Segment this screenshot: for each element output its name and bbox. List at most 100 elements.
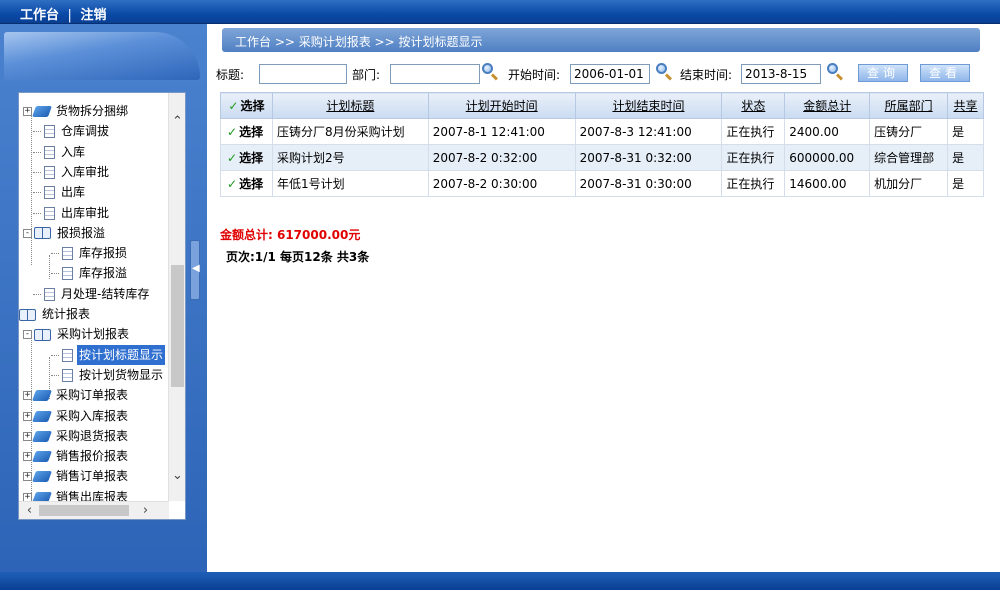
expand-icon[interactable]: + [23, 492, 32, 501]
col-start-time[interactable]: 计划开始时间 [427, 92, 576, 119]
check-icon: ✓ [227, 177, 238, 191]
tree-item[interactable]: 月处理-结转库存 [33, 284, 151, 304]
panel-collapse-handle[interactable]: ◀ [190, 240, 200, 300]
tree-horizontal-scrollbar[interactable]: ‹ › [19, 501, 169, 519]
row-select-link[interactable]: ✓ 选择 [220, 170, 273, 197]
tree-item[interactable]: + 销售出库报表 [23, 487, 130, 501]
left-panel-footer [10, 534, 200, 564]
expand-icon[interactable]: + [23, 431, 32, 441]
start-time-input[interactable] [570, 64, 650, 84]
tree-item-label: 采购订单报表 [56, 388, 129, 403]
col-select: ✓ 选择 [220, 92, 273, 119]
row-select-link[interactable]: ✓ 选择 [220, 144, 273, 171]
tree-item[interactable]: 入库 [33, 142, 87, 162]
tree-item[interactable]: 统计报表 [19, 304, 92, 324]
tree-branch-line [33, 192, 41, 194]
expand-icon[interactable]: + [23, 107, 32, 116]
cell-total-amount: 600000.00 [784, 144, 871, 171]
row-select-link[interactable]: ✓ 选择 [220, 118, 273, 145]
doc-icon [62, 368, 73, 382]
amount-total: 金额总计: 617000.00元 [220, 228, 361, 242]
tree-item[interactable]: + 销售订单报表 [23, 466, 130, 486]
tree-item[interactable]: 按计划标题显示 [51, 344, 166, 365]
scroll-right-icon[interactable]: › [137, 502, 154, 519]
scroll-thumb[interactable] [171, 265, 184, 387]
end-date-picker-icon[interactable] [826, 62, 844, 81]
logout-link[interactable]: 注销 [80, 8, 106, 23]
doc-icon [44, 145, 55, 159]
tree-item-label: 按计划标题显示 [77, 344, 166, 365]
tree-item-label: 月处理-结转库存 [61, 286, 150, 301]
tree-item[interactable]: 库存报损 [51, 243, 129, 263]
tree-item[interactable]: + 货物拆分捆绑 [23, 101, 130, 121]
tree-branch-line [51, 354, 59, 356]
h-scroll-thumb[interactable] [39, 505, 129, 516]
dept-input[interactable] [390, 64, 480, 84]
left-panel-header [4, 32, 200, 80]
tree-item[interactable]: 出库 [33, 182, 87, 202]
top-bar: 工作台 | 注销 [0, 0, 1000, 24]
tree-item[interactable]: 出库审批 [33, 203, 111, 223]
book-icon [31, 451, 53, 463]
doc-icon [44, 186, 55, 200]
workbench-link[interactable]: 工作台 [20, 8, 59, 23]
scroll-up-icon[interactable]: ⌃ [169, 113, 186, 130]
col-status[interactable]: 状态 [721, 92, 786, 119]
tree-item-label: 销售订单报表 [56, 469, 129, 484]
col-department[interactable]: 所属部门 [869, 92, 949, 119]
cell-department: 机加分厂 [869, 170, 949, 197]
tree-vertical-scrollbar[interactable]: ⌃ ⌄ [168, 93, 185, 501]
dept-search-icon[interactable] [481, 62, 499, 81]
scroll-down-icon[interactable]: ⌄ [169, 467, 186, 484]
tree-item-label: 入库审批 [61, 164, 110, 179]
view-button[interactable]: 查看 [920, 64, 970, 82]
tree-item-label: 销售报价报表 [56, 449, 129, 464]
book-icon [31, 491, 53, 501]
tree-item-label: 出库 [61, 185, 86, 200]
expand-icon[interactable]: + [23, 472, 32, 482]
expand-icon[interactable]: + [23, 411, 32, 421]
tree-item-label: 采购退货报表 [56, 428, 129, 443]
book-icon [31, 390, 53, 402]
expand-icon[interactable]: + [23, 391, 32, 401]
book-icon [31, 106, 53, 117]
tree-item[interactable]: + 采购退货报表 [23, 426, 130, 446]
col-total-amount[interactable]: 金额总计 [784, 92, 871, 119]
check-icon: ✓ [227, 125, 238, 139]
cell-shared: 是 [947, 118, 984, 145]
end-time-input[interactable] [741, 64, 821, 84]
tree-item[interactable]: 仓库调拔 [33, 121, 111, 141]
open-book-icon [34, 227, 51, 240]
doc-icon [44, 287, 55, 301]
tree-item[interactable]: 库存报溢 [51, 263, 129, 283]
tree-item[interactable]: + 采购订单报表 [23, 385, 130, 405]
expand-icon[interactable]: + [23, 452, 32, 462]
end-time-label: 结束时间: [680, 68, 733, 82]
collapse-icon[interactable]: - [23, 228, 32, 238]
search-form: 标题: 部门: 开始时间: 结束时间: 查询 查看 [214, 62, 994, 86]
tree-item[interactable]: + 采购入库报表 [23, 406, 130, 426]
check-icon: ✓ [227, 151, 238, 165]
collapse-icon[interactable]: - [23, 330, 32, 340]
tree-item[interactable]: 入库审批 [33, 162, 111, 182]
cell-start-time: 2007-8-2 0:30:00 [427, 170, 576, 197]
tree-branch-line [51, 374, 59, 376]
query-button[interactable]: 查询 [858, 64, 908, 82]
col-plan-title[interactable]: 计划标题 [271, 92, 429, 119]
tree-item[interactable]: 按计划货物显示 [51, 365, 165, 385]
table-row: ✓ 选择 压铸分厂8月份采购计划 2007-8-1 12:41:00 2007-8… [220, 118, 984, 145]
tree-connector [49, 255, 50, 279]
cell-shared: 是 [947, 144, 984, 171]
tree-item-label: 采购计划报表 [57, 327, 130, 342]
scroll-left-icon[interactable]: ‹ [21, 502, 38, 519]
book-icon [31, 430, 53, 442]
tree-item[interactable]: - 采购计划报表 [23, 324, 131, 344]
start-date-picker-icon[interactable] [655, 62, 673, 81]
tree-item[interactable]: + 销售报价报表 [23, 446, 130, 466]
col-shared[interactable]: 共享 [947, 92, 984, 119]
title-input[interactable] [259, 64, 347, 84]
tree-branch-line [33, 293, 41, 295]
col-end-time[interactable]: 计划结束时间 [574, 92, 723, 119]
cell-start-time: 2007-8-1 12:41:00 [427, 118, 576, 145]
tree-item[interactable]: - 报损报溢 [23, 223, 107, 243]
